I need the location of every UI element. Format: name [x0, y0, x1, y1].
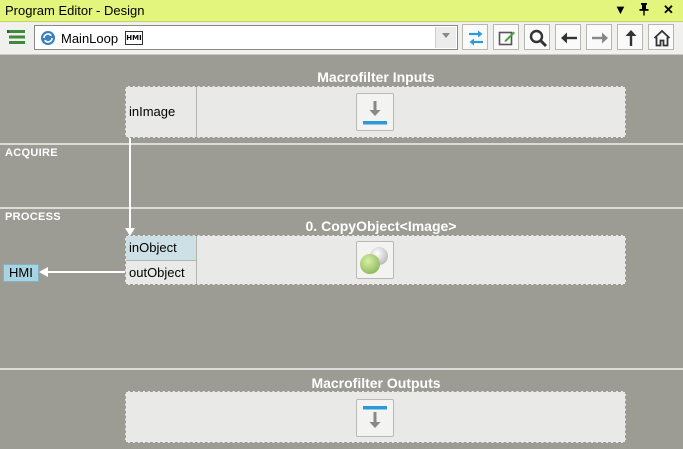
home-button[interactable]	[648, 24, 674, 50]
search-button[interactable]	[524, 24, 550, 50]
output-tile[interactable]	[356, 399, 394, 437]
title-bar: Program Editor - Design ▼ ✕	[0, 0, 683, 22]
swap-arrows-icon	[469, 30, 483, 46]
macro-outputs-title: Macrofilter Outputs	[311, 375, 441, 391]
pin-icon[interactable]	[638, 2, 650, 19]
forward-button[interactable]	[586, 24, 612, 50]
chevron-down-icon[interactable]	[435, 27, 456, 48]
up-button[interactable]	[617, 24, 643, 50]
arrow-right-icon	[592, 32, 608, 44]
swap-button[interactable]	[462, 24, 488, 50]
search-icon	[529, 29, 548, 48]
layers-icon	[7, 30, 25, 44]
program-canvas[interactable]: Macrofilter Inputs inImage ACQUIRE PROCE…	[0, 55, 683, 449]
arrow-up-icon	[625, 30, 637, 46]
close-icon[interactable]: ✕	[663, 2, 674, 18]
macro-outputs-block[interactable]	[125, 391, 626, 443]
dropdown-icon[interactable]: ▼	[614, 2, 627, 17]
program-selector-value: MainLoop	[61, 31, 119, 46]
arrow-left-icon	[561, 32, 577, 44]
hmi-badge-icon: HMI	[125, 31, 143, 45]
upload-icon	[363, 406, 387, 428]
window-title: Program Editor - Design	[5, 3, 145, 18]
program-selector[interactable]: MainLoop HMI	[34, 25, 458, 50]
back-button[interactable]	[555, 24, 581, 50]
edit-button[interactable]	[493, 24, 519, 50]
edit-icon	[498, 31, 515, 46]
home-icon	[653, 29, 671, 47]
section-divider	[0, 368, 683, 370]
loop-icon	[41, 31, 55, 45]
toolbar: MainLoop HMI	[0, 22, 683, 55]
program-tree-button[interactable]	[4, 24, 30, 50]
